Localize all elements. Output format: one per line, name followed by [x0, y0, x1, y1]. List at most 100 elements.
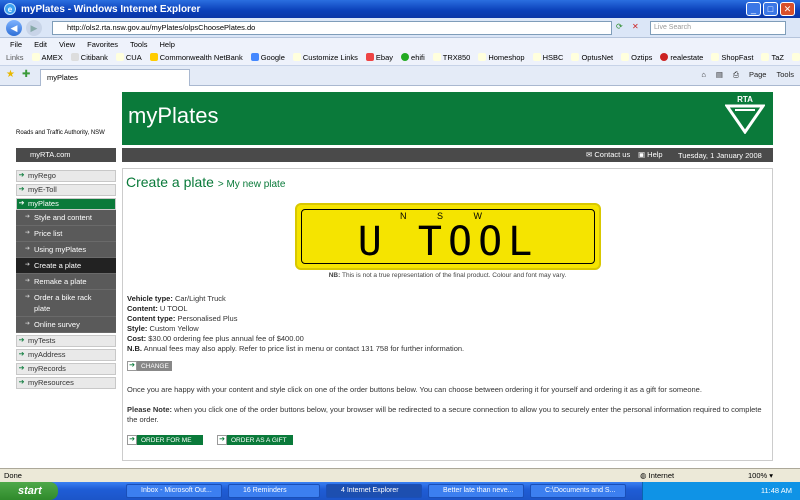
- menu-help[interactable]: Help: [160, 40, 175, 49]
- order-for-me-button[interactable]: ➔ ORDER FOR ME: [127, 435, 203, 445]
- sidebar-item-myetoll[interactable]: ➔ myE-Toll: [16, 184, 116, 196]
- help-link[interactable]: ▣ Help: [638, 150, 663, 159]
- sidebar-sub-bike[interactable]: ➔ Order a bike rack plate: [16, 290, 116, 317]
- system-tray: 11:48 AM: [642, 482, 800, 500]
- change-button[interactable]: ➔ CHANGE: [127, 361, 172, 371]
- sidebar-sub-remake[interactable]: ➔ Remake a plate: [16, 274, 116, 290]
- link-amex[interactable]: AMEX: [31, 53, 63, 62]
- detail-cost: Cost: $30.00 ordering fee plus annual fe…: [127, 334, 304, 343]
- arrow-icon: ➔: [18, 351, 25, 358]
- back-icon[interactable]: ◀: [6, 20, 22, 36]
- arrow-icon: ➔: [18, 337, 25, 344]
- feeds-icon[interactable]: ▤: [716, 70, 723, 80]
- page-title: Create a plate > My new plate: [126, 174, 286, 190]
- minimize-button[interactable]: _: [746, 2, 761, 16]
- arrow-icon: ➔: [127, 361, 137, 371]
- detail-content: Content: U TOOL: [127, 304, 188, 313]
- refresh-icon[interactable]: ⟳: [616, 22, 623, 31]
- tools-menu[interactable]: Tools: [776, 70, 794, 80]
- task-ie[interactable]: 4 Internet Explorer: [326, 484, 422, 498]
- date-display: Tuesday, 1 January 2008: [678, 151, 762, 160]
- status-bar: Done ◍ Internet 100% ▾: [0, 468, 800, 482]
- link-citibank[interactable]: Citibank: [70, 53, 108, 62]
- sidebar: ➔ myRego ➔ myE-Toll ➔ myPlates ➔ Style and c…: [16, 170, 116, 391]
- link-customize[interactable]: Customize Links: [292, 53, 358, 62]
- plate-details: Vehicle type: Car/Light Truck Content: U…: [127, 294, 464, 354]
- sidebar-item-mytests[interactable]: ➔ myTests: [16, 335, 116, 347]
- sidebar-item-myplates[interactable]: ➔ myPlates: [16, 198, 116, 210]
- sidebar-sub-style[interactable]: ➔ Style and content: [16, 210, 116, 226]
- arrow-icon: ➔: [18, 379, 25, 386]
- print-icon[interactable]: ⎙: [733, 70, 739, 80]
- address-bar[interactable]: http://ols2.rta.nsw.gov.au/myPlates/olps…: [52, 21, 612, 35]
- menu-bar: File Edit View Favorites Tools Help: [0, 38, 800, 50]
- sidebar-sub-create[interactable]: ➔ Create a plate: [16, 258, 116, 274]
- contact-link[interactable]: ✉ Contact us: [586, 150, 630, 159]
- sidebar-sub-survey[interactable]: ➔ Online survey: [16, 317, 116, 333]
- order-as-gift-button[interactable]: ➔ ORDER AS A GIFT: [217, 435, 293, 445]
- sidebar-item-myresources[interactable]: ➔ myResources: [16, 377, 116, 389]
- task-outlook[interactable]: Inbox - Microsoft Out...: [126, 484, 222, 498]
- task-reminders[interactable]: 16 Reminders: [228, 484, 320, 498]
- link-taz[interactable]: TaZ: [761, 53, 784, 62]
- link-realestate[interactable]: realestate: [660, 53, 703, 62]
- link-optusnet[interactable]: OptusNet: [571, 53, 613, 62]
- close-button[interactable]: ✕: [780, 2, 795, 16]
- arrow-icon: ➔: [127, 435, 137, 445]
- menu-file[interactable]: File: [10, 40, 22, 49]
- link-trx850[interactable]: TRX850: [432, 53, 470, 62]
- detail-vehicle: Vehicle type: Car/Light Truck: [127, 294, 226, 303]
- arrow-icon: ➔: [18, 172, 25, 179]
- zoom-level[interactable]: 100% ▾: [748, 469, 773, 482]
- link-google[interactable]: Google: [250, 53, 285, 62]
- maximize-button[interactable]: □: [763, 2, 778, 16]
- menu-view[interactable]: View: [59, 40, 75, 49]
- sidebar-item-myrecords[interactable]: ➔ myRecords: [16, 363, 116, 375]
- stop-icon[interactable]: ✕: [632, 22, 639, 31]
- menu-edit[interactable]: Edit: [34, 40, 47, 49]
- task-better-late[interactable]: Better late than neve...: [428, 484, 524, 498]
- detail-style: Style: Custom Yellow: [127, 324, 199, 333]
- link-cua[interactable]: CUA: [115, 53, 142, 62]
- forward-icon[interactable]: ▶: [26, 20, 42, 36]
- rta-logo-mark-icon: [724, 104, 766, 135]
- globe-icon: ◍: [640, 471, 647, 480]
- start-button[interactable]: start: [0, 482, 58, 500]
- sidebar-item-myrego[interactable]: ➔ myRego: [16, 170, 116, 182]
- window-title: myPlates - Windows Internet Explorer: [21, 3, 201, 15]
- arrow-icon: ➔: [18, 200, 25, 207]
- link-oztips[interactable]: Oztips: [621, 53, 652, 62]
- link-ehifi[interactable]: ehifi: [401, 53, 425, 62]
- link-netbank[interactable]: Commonwealth NetBank: [149, 53, 243, 62]
- favorites-star-icon[interactable]: ★: [6, 69, 15, 80]
- link-hsbc[interactable]: HSBC: [532, 53, 563, 62]
- home-icon[interactable]: ⌂: [701, 70, 706, 80]
- sidebar-item-myaddress[interactable]: ➔ myAddress: [16, 349, 116, 361]
- plate-text: U TOOL: [357, 219, 539, 265]
- tab-myplates[interactable]: myPlates: [40, 69, 190, 86]
- link-shopfast[interactable]: ShopFast: [711, 53, 753, 62]
- address-row: ◀ ▶ http://ols2.rta.nsw.gov.au/myPlates/…: [0, 18, 800, 38]
- myrta-link[interactable]: myRTA.com: [16, 148, 116, 162]
- links-label: Links: [6, 53, 24, 62]
- link-whereis[interactable]: whereis: [791, 53, 800, 62]
- page-menu[interactable]: Page: [749, 70, 767, 80]
- menu-tools[interactable]: Tools: [130, 40, 148, 49]
- link-ebay[interactable]: Ebay: [365, 53, 393, 62]
- menu-favorites[interactable]: Favorites: [87, 40, 118, 49]
- secure-note: Please Note: when you click one of the o…: [127, 405, 762, 424]
- task-documents[interactable]: C:\Documents and S...: [530, 484, 626, 498]
- status-text: Done: [4, 471, 22, 480]
- top-grey-bar: ✉ Contact us ▣ Help Tuesday, 1 January 2…: [122, 148, 773, 162]
- add-favorites-icon[interactable]: ✚: [22, 69, 30, 80]
- site-banner: [122, 92, 773, 145]
- rta-logo[interactable]: RTA: [722, 95, 768, 139]
- org-name: Roads and Traffic Authority, NSW: [16, 130, 105, 136]
- sidebar-sub-price[interactable]: ➔ Price list: [16, 226, 116, 242]
- link-homeshop[interactable]: Homeshop: [478, 53, 525, 62]
- clock: 11:48 AM: [760, 486, 792, 495]
- ie-icon: e: [4, 3, 16, 15]
- sidebar-sub-using[interactable]: ➔ Using myPlates: [16, 242, 116, 258]
- search-input[interactable]: Live Search: [650, 21, 786, 35]
- breadcrumb: > My new plate: [217, 179, 286, 190]
